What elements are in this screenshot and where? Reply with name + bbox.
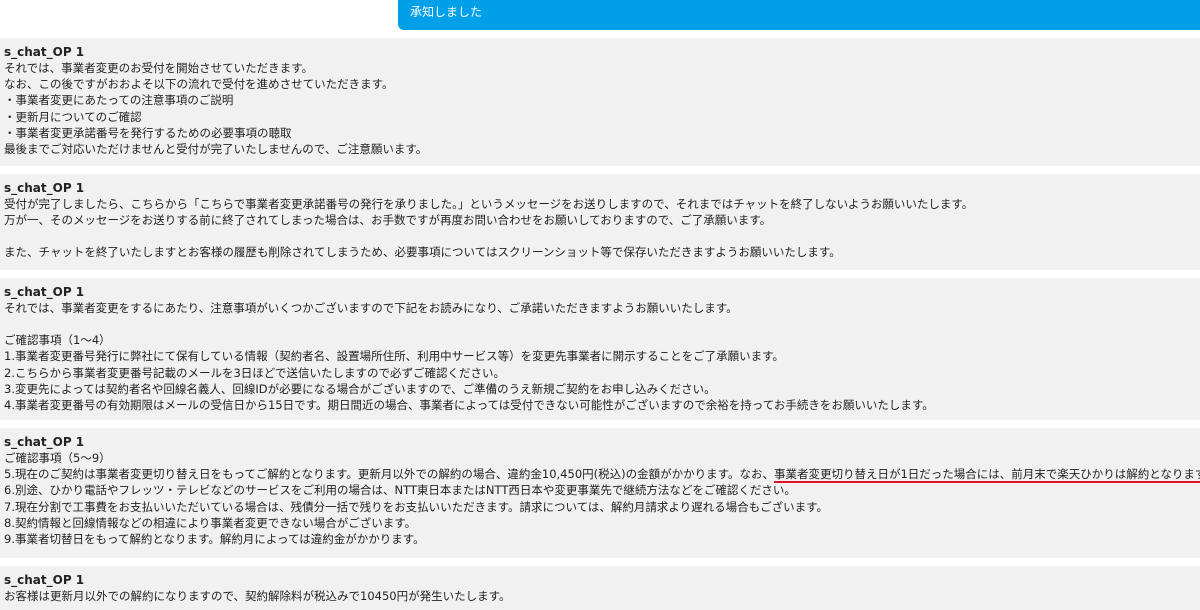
operator-message: s_chat_OP 1 受付が完了しましたら、こちらから「こちらで事業者変更承諾… — [0, 174, 1200, 270]
highlighted-text: 事業者変更切り替え日が1日だった場合には、前月末で楽天ひかりは解約となります。 — [773, 467, 1200, 482]
operator-message: s_chat_OP 1 それでは、事業者変更のお受付を開始させていただきます。 … — [0, 38, 1200, 166]
message-line: 4.事業者変更番号の有効期限はメールの受信日から15日です。期日間近の場合、事業… — [4, 398, 934, 413]
message-line: 最後までご対応いただけませんと受付が完了いたしませんので、ご注意願います。 — [4, 142, 428, 157]
message-line-5: 5.現在のご契約は事業者変更切り替え日をもってご解約となります。更新月以外での解… — [4, 466, 1200, 482]
operator-message: s_chat_OP 1 それでは、事業者変更をするにあたり、注意事項がいくつかご… — [0, 278, 1200, 420]
message-line: 8.契約情報と回線情報などの相違により事業者変更できない場合がございます。 — [4, 515, 417, 530]
message-line: ・事業者変更承諾番号を発行するための必要事項の聴取 — [4, 125, 292, 140]
message-line-text: 5.現在のご契約は事業者変更切り替え日をもってご解約となります。更新月以外での解… — [4, 467, 774, 482]
message-line: 6.別途、ひかり電話やフレッツ・テレビなどのサービスをご利用の場合は、NTT東日… — [4, 483, 796, 498]
message-line: ご確認事項（5～9） — [4, 451, 111, 465]
message-line: ご確認事項（1～4） — [4, 333, 111, 348]
message-line: 7.現在分割で工事費をお支払いいただいている場合は、残債分一括で残りをお支払いい… — [4, 499, 829, 514]
message-line: ・更新月についてのご確認 — [4, 109, 142, 124]
message-line: 2.こちらから事業者変更番号記載のメールを3日ほどで送信いたしますので必ずご確認… — [4, 365, 506, 380]
user-message-bubble: 承知しました — [398, 0, 1200, 30]
message-line: お客様は更新月以外での解約になりますので、契約解除料が税込みで10450円が発生… — [4, 589, 511, 603]
operator-message: s_chat_OP 1 お客様は更新月以外での解約になりますので、契約解除料が税… — [0, 566, 1200, 610]
message-sender: s_chat_OP 1 — [4, 181, 85, 195]
chat-window: 承知しました s_chat_OP 1 それでは、事業者変更のお受付を開始させてい… — [0, 0, 1200, 610]
message-line: それでは、事業者変更のお受付を開始させていただきます。 — [4, 61, 314, 75]
message-sender: s_chat_OP 1 — [4, 573, 85, 587]
message-line: 受付が完了しましたら、こちらから「こちらで事業者変更承諾番号の発行を承りました。… — [4, 197, 974, 211]
message-line: 3.変更先によっては契約者名や回線名義人、回線IDが必要になる場合がございますの… — [4, 381, 716, 396]
message-sender: s_chat_OP 1 — [4, 435, 85, 449]
message-line: また、チャットを終了いたしますとお客様の履歴も削除されてしまうため、必要事項につ… — [4, 245, 841, 260]
message-line: ・事業者変更にあたっての注意事項のご説明 — [4, 93, 234, 108]
message-sender: s_chat_OP 1 — [4, 45, 85, 59]
user-message-text: 承知しました — [410, 5, 483, 19]
message-line: なお、この後ですがおおよそ以下の流れで受付を進めさせていただきます。 — [4, 77, 394, 92]
message-line: 1.事業者変更番号発行に弊社にて保有している情報（契約者名、設置場所住所、利用中… — [4, 349, 784, 364]
message-line: それでは、事業者変更をするにあたり、注意事項がいくつかございますので下記をお読み… — [4, 301, 738, 315]
operator-message: s_chat_OP 1 ご確認事項（5～9） 5.現在のご契約は事業者変更切り替… — [0, 428, 1200, 558]
message-line: 9.事業者切替日をもって解約となります。解約月によっては違約金がかかります。 — [4, 532, 425, 547]
message-line: 万が一、そのメッセージをお送りする前に終了されてしまった場合は、お手数ですが再度… — [4, 213, 772, 228]
message-sender: s_chat_OP 1 — [4, 285, 85, 299]
